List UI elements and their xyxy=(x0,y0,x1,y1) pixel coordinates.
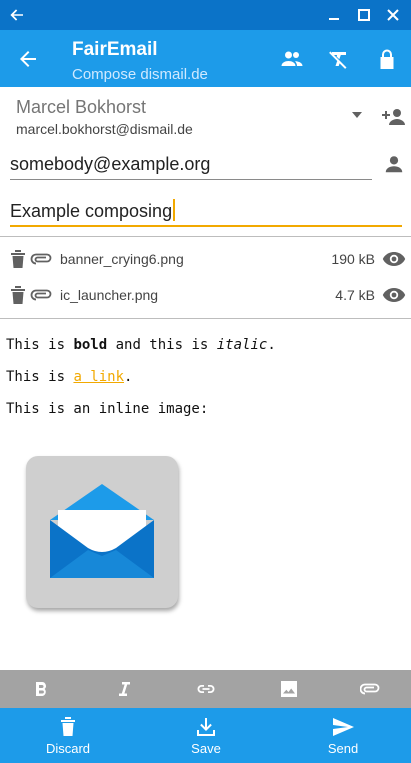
body-line[interactable]: This is bold and this is italic. xyxy=(6,337,276,353)
body-line[interactable]: This is an inline image: xyxy=(6,401,208,417)
body-link[interactable]: a link xyxy=(73,369,124,385)
paperclip-icon xyxy=(30,253,52,265)
app-title: FairEmail xyxy=(72,39,158,60)
send-icon xyxy=(333,718,354,736)
window-bar xyxy=(0,0,411,30)
attachment-row[interactable]: ic_launcher.png 4.7 kB xyxy=(0,279,411,311)
send-label: Send xyxy=(327,741,359,756)
body-text: This is xyxy=(6,337,74,353)
discard-label: Discard xyxy=(45,741,91,756)
divider xyxy=(0,236,411,237)
subject-field[interactable]: Example composing xyxy=(10,197,402,227)
paperclip-icon[interactable] xyxy=(360,679,380,699)
body-text: and this is xyxy=(107,337,217,353)
save-button[interactable]: Save xyxy=(156,708,256,763)
inline-image[interactable] xyxy=(26,456,178,608)
window-back-icon[interactable] xyxy=(8,6,26,24)
app-bar: FairEmail Compose dismail.de xyxy=(0,30,411,87)
attachment-name: ic_launcher.png xyxy=(60,287,159,303)
discard-button[interactable]: Discard xyxy=(18,708,118,763)
save-label: Save xyxy=(191,741,221,756)
trash-icon[interactable] xyxy=(10,249,26,269)
attachment-name: banner_crying6.png xyxy=(60,251,184,267)
image-icon[interactable] xyxy=(279,679,299,699)
attachment-size: 4.7 kB xyxy=(335,287,375,303)
chevron-down-icon[interactable] xyxy=(350,110,364,120)
eye-icon[interactable] xyxy=(382,287,406,303)
body-bold-text: bold xyxy=(73,337,108,353)
arrow-left-icon[interactable] xyxy=(16,47,40,71)
text-caret xyxy=(173,199,176,221)
person-icon[interactable] xyxy=(383,153,405,175)
save-download-icon xyxy=(197,718,215,736)
envelope-icon xyxy=(50,484,154,578)
maximize-icon[interactable] xyxy=(355,6,373,24)
to-field[interactable]: somebody@example.org xyxy=(10,152,372,180)
identity-name[interactable]: Marcel Bokhorst xyxy=(16,97,146,118)
minimize-icon[interactable] xyxy=(325,6,343,24)
send-button[interactable]: Send xyxy=(293,708,393,763)
subject-text: Example composing xyxy=(10,201,173,221)
compose-screen: FairEmail Compose dismail.de Marcel Bokh… xyxy=(0,0,411,763)
body-line[interactable]: This is a link. xyxy=(6,369,132,385)
people-icon[interactable] xyxy=(280,47,304,71)
trash-icon xyxy=(61,717,75,736)
lock-icon[interactable] xyxy=(375,47,399,71)
add-person-icon[interactable] xyxy=(382,105,406,129)
body-italic-text: italic xyxy=(216,337,268,353)
attachment-row[interactable]: banner_crying6.png 190 kB xyxy=(0,243,411,275)
divider xyxy=(0,318,411,319)
eye-icon[interactable] xyxy=(382,251,406,267)
italic-icon[interactable] xyxy=(114,679,134,699)
clear-format-icon[interactable] xyxy=(327,47,351,71)
paperclip-icon xyxy=(30,289,52,301)
app-subtitle: Compose dismail.de xyxy=(72,66,208,83)
attachment-size: 190 kB xyxy=(331,251,375,267)
body-text: This is xyxy=(6,369,74,385)
format-toolbar xyxy=(0,670,411,708)
body-text: . xyxy=(124,369,133,385)
body-text: . xyxy=(267,337,276,353)
link-icon[interactable] xyxy=(196,679,216,699)
trash-icon[interactable] xyxy=(10,285,26,305)
identity-email[interactable]: marcel.bokhorst@dismail.de xyxy=(16,121,193,137)
bold-icon[interactable] xyxy=(31,679,51,699)
bottom-action-bar: Discard Save Send xyxy=(0,708,411,763)
close-window-icon[interactable] xyxy=(384,6,402,24)
